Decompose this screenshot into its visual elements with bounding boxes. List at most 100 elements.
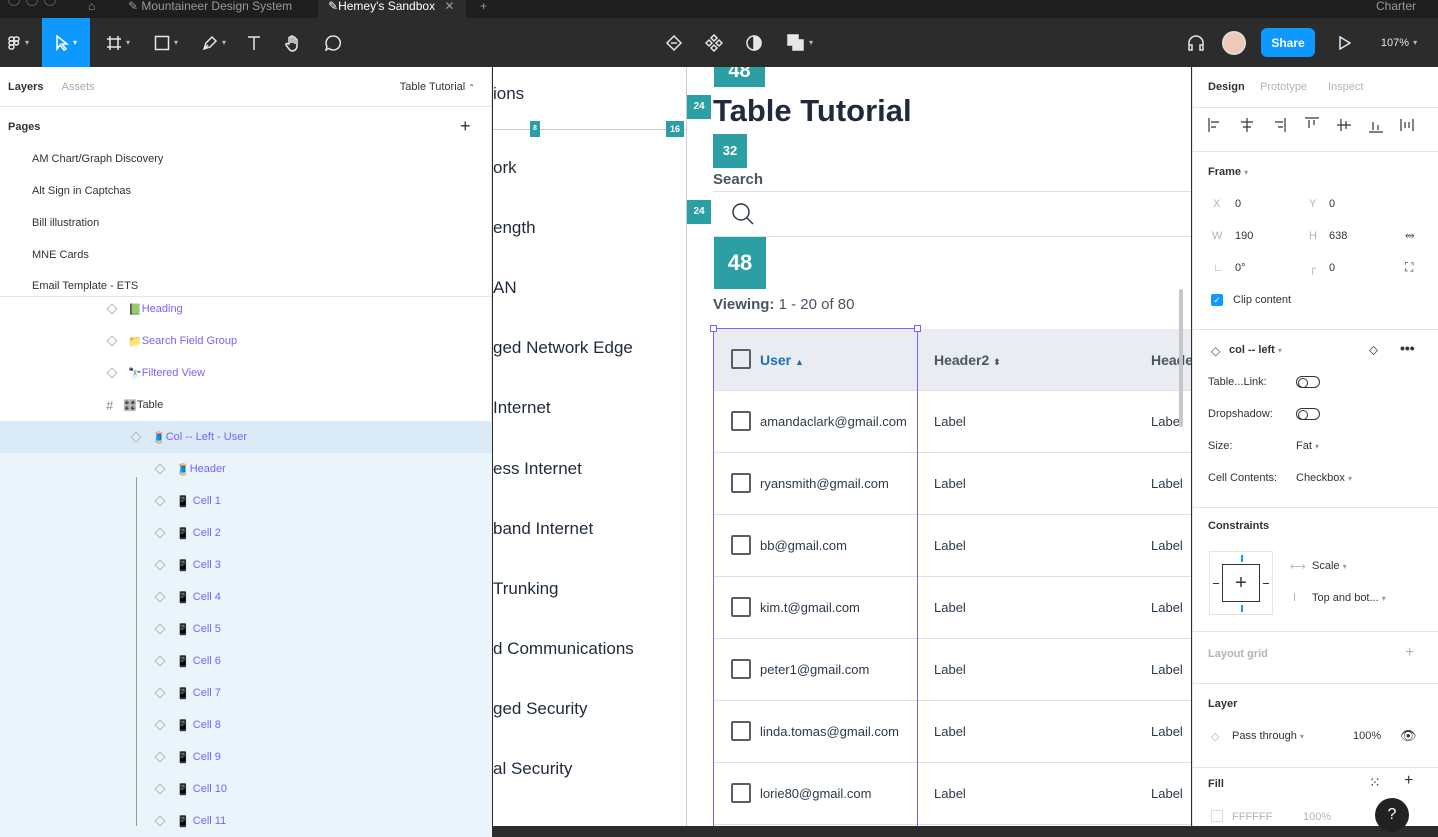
add-fill-icon[interactable]: + bbox=[1404, 772, 1413, 790]
layer-cell[interactable]: 📱 Cell 6 bbox=[0, 645, 492, 677]
page-selector[interactable]: Table Tutorial ⌃ bbox=[400, 81, 475, 93]
layer-heading[interactable]: 📗 Heading bbox=[0, 293, 492, 325]
present-button[interactable] bbox=[1334, 18, 1354, 67]
tab-design[interactable]: Design bbox=[1208, 81, 1245, 93]
layer-header[interactable]: 🧵 Header bbox=[0, 453, 492, 485]
radius-input[interactable]: 0 bbox=[1329, 262, 1335, 274]
components-button[interactable] bbox=[702, 18, 726, 67]
tab-prototype[interactable]: Prototype bbox=[1260, 81, 1307, 93]
page-item[interactable]: Bill illustration bbox=[32, 217, 99, 229]
canvas[interactable]: ions ork ength AN ged Network Edge Inter… bbox=[493, 67, 1191, 826]
constraints-widget[interactable]: + bbox=[1209, 551, 1273, 615]
cell-contents-dropdown[interactable]: Checkbox ▾ bbox=[1296, 472, 1352, 484]
clip-content-checkbox[interactable]: ✓ bbox=[1211, 294, 1223, 306]
tab-inspect[interactable]: Inspect bbox=[1328, 81, 1363, 93]
page-item[interactable]: MNE Cards bbox=[32, 249, 89, 261]
shape-tool-button[interactable]: ▾ bbox=[148, 18, 184, 67]
search-input[interactable] bbox=[713, 191, 1191, 237]
tab-mountaineer[interactable]: ✎ Mountaineer Design System bbox=[118, 0, 302, 18]
table-link-toggle[interactable] bbox=[1296, 376, 1320, 388]
more-options-icon[interactable]: ••• bbox=[1400, 340, 1415, 356]
window-maximize-icon[interactable] bbox=[44, 0, 56, 6]
layer-cell[interactable]: 📱 Cell 10 bbox=[0, 773, 492, 805]
resize-handle[interactable] bbox=[710, 325, 717, 332]
styles-icon[interactable]: ⁙ bbox=[1369, 774, 1381, 791]
mask-button[interactable] bbox=[742, 18, 766, 67]
constraint-right-indicator[interactable] bbox=[1263, 583, 1269, 584]
size-dropdown[interactable]: Fat ▾ bbox=[1296, 440, 1319, 452]
move-tool-button[interactable]: ▾ bbox=[42, 18, 90, 67]
tab-layers[interactable]: Layers bbox=[8, 81, 43, 93]
component-name[interactable]: col -- left ▾ bbox=[1229, 344, 1282, 356]
layer-cell[interactable]: 📱 Cell 7 bbox=[0, 677, 492, 709]
layer-emoji: 🎛️ bbox=[123, 399, 137, 412]
layer-filtered-view[interactable]: 🔭 Filtered View bbox=[0, 357, 492, 389]
page-item[interactable]: AM Chart/Graph Discovery bbox=[32, 153, 163, 165]
chevron-down-icon: ▾ bbox=[1277, 346, 1282, 355]
add-page-icon[interactable]: + bbox=[460, 117, 471, 135]
layer-col-left-user[interactable]: 🧵 Col -- Left - User bbox=[0, 421, 492, 453]
layer-cell[interactable]: 📱 Cell 8 bbox=[0, 709, 492, 741]
hand-tool-button[interactable] bbox=[280, 18, 306, 67]
page-item[interactable]: Alt Sign in Captchas bbox=[32, 185, 131, 197]
resize-handle[interactable] bbox=[914, 325, 921, 332]
independent-corners-icon[interactable]: ⛶ bbox=[1405, 260, 1413, 275]
share-button[interactable]: Share bbox=[1261, 28, 1315, 57]
audio-button[interactable] bbox=[1184, 18, 1208, 67]
horizontal-constraint-dropdown[interactable]: Scale ▾ bbox=[1312, 560, 1347, 572]
layer-cell[interactable]: 📱 Cell 5 bbox=[0, 613, 492, 645]
layer-cell[interactable]: 📱 Cell 4 bbox=[0, 581, 492, 613]
header-2[interactable]: Header2 ⬍ bbox=[934, 352, 1001, 368]
layer-cell[interactable]: 📱 Cell 11 bbox=[0, 805, 492, 837]
h-input[interactable]: 638 bbox=[1329, 230, 1347, 242]
rotation-input[interactable]: 0° bbox=[1235, 262, 1246, 274]
frame-label[interactable]: Frame ▾ bbox=[1208, 166, 1248, 178]
constrain-proportions-icon[interactable]: ⥈ bbox=[1405, 228, 1415, 243]
constraint-top-indicator[interactable] bbox=[1241, 555, 1243, 562]
close-tab-icon[interactable]: ✕ bbox=[444, 0, 454, 13]
tab-sandbox[interactable]: ✎Hemey's Sandbox ✕ bbox=[318, 0, 466, 18]
fill-hex[interactable]: FFFFFF bbox=[1232, 811, 1272, 823]
page-item[interactable]: Email Template - ETS bbox=[32, 280, 138, 292]
window-close-icon[interactable] bbox=[8, 0, 20, 6]
dropshadow-toggle[interactable] bbox=[1296, 408, 1320, 420]
cell-label: Label bbox=[1151, 538, 1183, 553]
align-icons[interactable] bbox=[1207, 116, 1437, 136]
help-button[interactable]: ? bbox=[1375, 798, 1409, 832]
layer-cell[interactable]: 📱 Cell 2 bbox=[0, 517, 492, 549]
comment-tool-button[interactable] bbox=[320, 18, 346, 67]
selection-outline[interactable] bbox=[713, 328, 918, 826]
layer-cell[interactable]: 📱 Cell 1 bbox=[0, 485, 492, 517]
eye-icon[interactable]: 👁 bbox=[1400, 728, 1417, 744]
layer-opacity-input[interactable]: 100% bbox=[1353, 730, 1381, 742]
home-icon[interactable]: ⌂ bbox=[78, 0, 105, 18]
y-input[interactable]: 0 bbox=[1329, 198, 1335, 210]
main-menu-button[interactable]: ▾ bbox=[0, 18, 36, 67]
window-minimize-icon[interactable] bbox=[26, 0, 38, 6]
pen-tool-button[interactable]: ▾ bbox=[196, 18, 232, 67]
boolean-button[interactable]: ▾ bbox=[782, 18, 818, 67]
x-input[interactable]: 0 bbox=[1235, 198, 1241, 210]
header-3[interactable]: Heade bbox=[1151, 352, 1191, 368]
w-input[interactable]: 190 bbox=[1235, 230, 1253, 242]
reset-instance-button[interactable] bbox=[662, 18, 686, 67]
constraint-bottom-indicator[interactable] bbox=[1241, 605, 1243, 612]
avatar[interactable] bbox=[1222, 18, 1246, 67]
layer-table[interactable]: # 🎛️ Table bbox=[0, 389, 492, 421]
fill-opacity[interactable]: 100% bbox=[1303, 811, 1331, 823]
add-tab-icon[interactable]: + bbox=[470, 0, 497, 18]
vertical-constraint-dropdown[interactable]: Top and bot... ▾ bbox=[1312, 592, 1386, 604]
scrollbar[interactable] bbox=[1179, 289, 1183, 427]
layer-search-field-group[interactable]: 📁 Search Field Group bbox=[0, 325, 492, 357]
zoom-dropdown[interactable]: 107% ▾ bbox=[1376, 18, 1422, 67]
text-tool-button[interactable] bbox=[242, 18, 266, 67]
blend-mode-dropdown[interactable]: Pass through ▾ bbox=[1232, 730, 1304, 742]
add-layout-grid-icon[interactable]: + bbox=[1405, 644, 1414, 662]
constraint-left-indicator[interactable] bbox=[1213, 583, 1219, 584]
go-to-main-component-icon[interactable]: ⬦ bbox=[1369, 342, 1378, 358]
layer-cell[interactable]: 📱 Cell 9 bbox=[0, 741, 492, 773]
frame-tool-button[interactable]: ▾ bbox=[100, 18, 136, 67]
layer-cell[interactable]: 📱 Cell 3 bbox=[0, 549, 492, 581]
tab-assets[interactable]: Assets bbox=[61, 81, 94, 93]
fill-swatch[interactable] bbox=[1211, 810, 1223, 822]
